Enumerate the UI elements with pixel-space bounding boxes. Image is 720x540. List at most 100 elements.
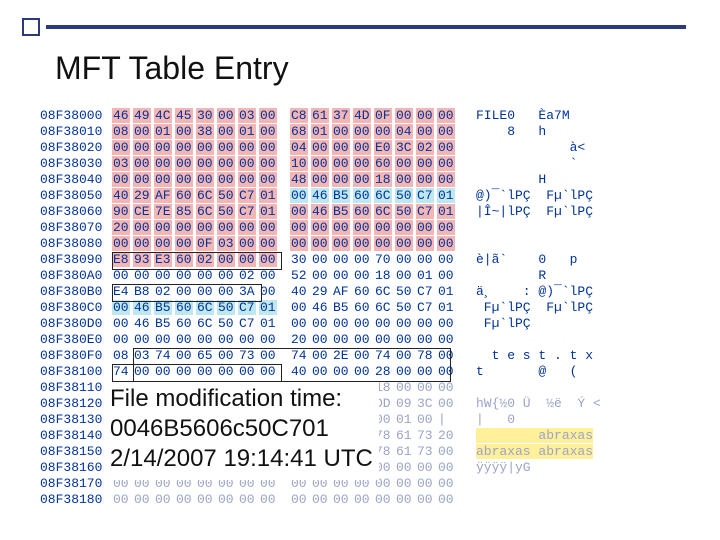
hex-byte: 00 (112, 316, 133, 332)
hex-ascii: t @ ( (476, 364, 626, 380)
hex-offset: 08F38120 (40, 396, 112, 412)
hex-byte: 29 (133, 188, 154, 204)
hex-byte: 50 (395, 300, 416, 316)
hex-byte: E8 (112, 252, 133, 268)
hex-byte: 00 (437, 460, 458, 476)
hex-byte: 00 (217, 332, 238, 348)
hex-byte: 00 (259, 348, 280, 364)
hex-ascii: ä¸ : @)¯`lPÇ (476, 284, 626, 300)
hex-byte: 00 (332, 252, 353, 268)
hex-byte: 6C (374, 284, 395, 300)
hex-byte: 00 (311, 140, 332, 156)
hex-byte: 00 (353, 364, 374, 380)
hex-byte: C7 (238, 204, 259, 220)
hex-byte: 00 (437, 332, 458, 348)
hex-byte: CE (133, 204, 154, 220)
callout-line1: File modification time: (110, 384, 373, 414)
hex-byte: 00 (175, 220, 196, 236)
hex-byte: 00 (437, 108, 458, 124)
hex-byte: 45 (175, 108, 196, 124)
hex-byte: 00 (437, 220, 458, 236)
hex-byte: 93 (133, 252, 154, 268)
hex-byte: C7 (416, 188, 437, 204)
hex-byte: 00 (175, 348, 196, 364)
hex-byte: 00 (217, 492, 238, 508)
hex-byte: 00 (437, 364, 458, 380)
hex-byte: 68 (290, 124, 311, 140)
hex-byte: 00 (416, 156, 437, 172)
hex-byte: 00 (196, 172, 217, 188)
hex-byte: 00 (217, 252, 238, 268)
hex-byte: 00 (437, 348, 458, 364)
hex-byte: 00 (259, 124, 280, 140)
hex-byte: C7 (416, 300, 437, 316)
hex-byte: 01 (416, 268, 437, 284)
hex-offset: 08F38040 (40, 172, 112, 188)
hex-byte: 00 (395, 316, 416, 332)
hex-byte: 00 (311, 268, 332, 284)
hex-byte: 00 (175, 364, 196, 380)
hex-byte: 40 (112, 188, 133, 204)
hex-ascii: abraxas abraxas (476, 444, 626, 460)
hex-byte: 00 (332, 156, 353, 172)
hex-byte: 00 (175, 492, 196, 508)
hex-byte: 03 (133, 348, 154, 364)
hex-byte: 00 (259, 284, 280, 300)
hex-byte: 00 (437, 172, 458, 188)
hex-byte: 00 (290, 300, 311, 316)
hex-byte: 00 (311, 236, 332, 252)
hex-byte: 00 (353, 252, 374, 268)
hex-row: 08F3801008000100380001006801000000040000… (40, 124, 626, 140)
hex-byte: 60 (175, 188, 196, 204)
hex-byte: 6C (374, 300, 395, 316)
hex-byte: 00 (416, 364, 437, 380)
hex-byte: 00 (154, 364, 175, 380)
hex-byte: 50 (217, 300, 238, 316)
hex-byte: 00 (437, 124, 458, 140)
hex-offset: 08F38110 (40, 380, 112, 396)
hex-byte: 04 (395, 124, 416, 140)
hex-byte: 4D (353, 108, 374, 124)
hex-byte: 61 (311, 108, 332, 124)
hex-byte: 00 (353, 236, 374, 252)
hex-byte: 00 (395, 268, 416, 284)
hex-byte: 00 (416, 412, 437, 428)
hex-byte: 00 (175, 172, 196, 188)
hex-ascii: 8 h (476, 124, 626, 140)
hex-byte: 60 (353, 284, 374, 300)
hex-byte: 00 (416, 252, 437, 268)
hex-byte: 00 (395, 172, 416, 188)
hex-byte: 00 (133, 220, 154, 236)
hex-byte: 01 (311, 124, 332, 140)
hex-row: 08F380B0E4B8020000003A004029AF606C50C701… (40, 284, 626, 300)
hex-row: 08F3818000000000000000000000000000000000 (40, 492, 626, 508)
hex-byte: 50 (395, 204, 416, 220)
hex-byte: 00 (353, 172, 374, 188)
hex-byte: 00 (259, 252, 280, 268)
hex-byte: 00 (416, 316, 437, 332)
hex-ascii: hW{½0 Ü ½ë Ý < (476, 396, 626, 412)
hex-byte: 00 (133, 140, 154, 156)
hex-byte: 00 (374, 124, 395, 140)
hex-byte: 40 (290, 284, 311, 300)
hex-ascii: R (476, 268, 626, 284)
hex-byte: 00 (353, 332, 374, 348)
hex-byte: 00 (416, 124, 437, 140)
hex-ascii: H (476, 172, 626, 188)
hex-byte: 3C (395, 140, 416, 156)
hex-byte: 00 (133, 156, 154, 172)
hex-byte: 60 (175, 252, 196, 268)
hex-byte: 00 (332, 172, 353, 188)
hex-byte: 00 (290, 316, 311, 332)
hex-row: 08F380A000000000000002005200000018000100… (40, 268, 626, 284)
accent-line (46, 25, 686, 29)
hex-byte: 00 (437, 396, 458, 412)
hex-byte: 50 (217, 188, 238, 204)
hex-offset: 08F38150 (40, 444, 112, 460)
hex-byte: 00 (154, 332, 175, 348)
hex-byte: 90 (112, 204, 133, 220)
hex-byte: 00 (437, 156, 458, 172)
hex-byte: 60 (374, 156, 395, 172)
hex-ascii: ÿÿÿÿ|yG (476, 460, 626, 476)
hex-byte: 00 (332, 140, 353, 156)
